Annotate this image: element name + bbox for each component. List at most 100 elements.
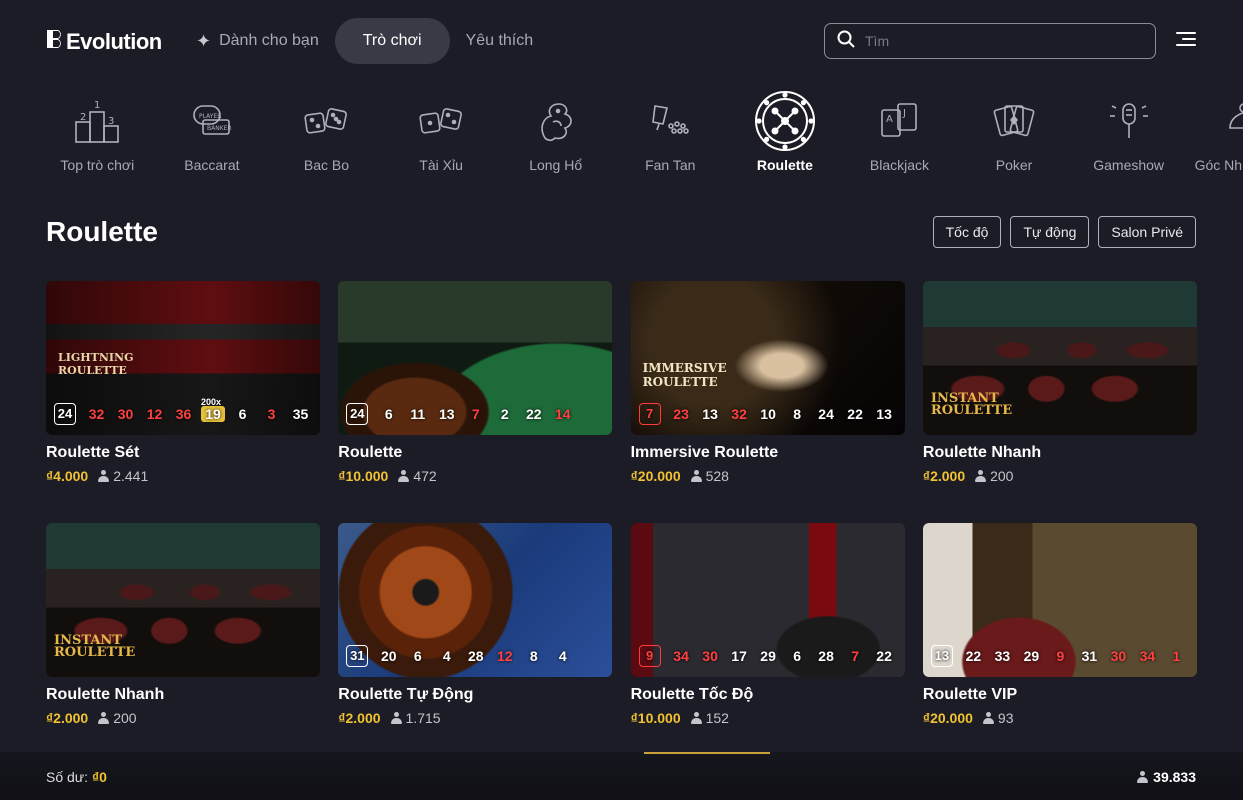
game-meta: ₫10.000 472	[338, 468, 612, 484]
player-count: 1.715	[390, 710, 441, 726]
result-number: 10	[760, 406, 776, 422]
search-input[interactable]	[865, 33, 1125, 49]
game-thumbnail[interactable]: INSTANT ROULETTE	[922, 281, 1197, 435]
result-number: 20	[381, 648, 397, 664]
result-number: 22	[965, 648, 982, 664]
category-label: Bac Bo	[303, 157, 350, 173]
game-card[interactable]: INSTANT ROULETTE Roulette Nhanh ₫2.000 200	[922, 281, 1197, 523]
result-number: 34	[673, 648, 689, 664]
roulette-icon	[754, 90, 816, 152]
baccarat-icon: PLAYER BANKER	[181, 90, 243, 152]
category-roulette[interactable]: Roulette	[728, 90, 843, 190]
result-number: 6	[238, 406, 247, 422]
result-number: 4	[442, 648, 451, 664]
sparkle-icon: ✦	[196, 30, 212, 51]
player-count-value: 1.715	[405, 710, 441, 726]
footer-bar: Số dư: ₫0 39.833	[0, 752, 1243, 800]
category-label: Top trò chơi	[60, 157, 135, 173]
player-count: 93	[982, 710, 1014, 726]
game-name: Roulette Nhanh	[922, 444, 1042, 461]
filter-chips: Tốc độ Tự động Salon Privé	[932, 216, 1196, 248]
nav-favorites[interactable]: Yêu thích	[450, 18, 550, 64]
game-thumbnail[interactable]: 31 20 6 4 28 12 8 4	[338, 523, 613, 677]
game-card[interactable]: 24 6 11 13 7 2 22 14 Roulette ₫10.000 472	[338, 281, 613, 523]
balance-value: ₫0	[91, 769, 107, 785]
player-count-value: 200	[990, 468, 1014, 484]
game-card[interactable]: 13 22 33 29 9 31 30 34 1 Roulette VIP ₫20.000 93	[922, 523, 1197, 765]
game-card[interactable]: INSTANT ROULETTE Roulette Nhanh ₫2.000 200	[46, 523, 320, 765]
result-number: 29	[1023, 648, 1040, 664]
result-number: 12	[497, 648, 513, 664]
category-tai-xiu[interactable]: Tài Xỉu	[384, 90, 499, 190]
category-bac-bo[interactable]: Bac Bo	[269, 90, 384, 190]
result-number: 6	[413, 648, 422, 664]
game-meta: ₫20.000 528	[631, 468, 905, 484]
category-fan-tan[interactable]: Fan Tan	[613, 90, 728, 190]
player-count: 200	[975, 468, 1013, 484]
min-bet: ₫4.000	[46, 468, 89, 484]
latest-result: 31	[346, 645, 369, 667]
category-poker[interactable]: Poker	[957, 90, 1072, 190]
blackjack-cards-icon: AJ	[868, 90, 930, 152]
result-number: 29	[760, 648, 776, 664]
game-card[interactable]: LIGHTNING ROULETTE 200x 24 32 30 12 36 19 6 3 35 Ro…	[46, 281, 320, 523]
player-count-value: 93	[997, 710, 1014, 726]
category-corner[interactable]: Góc Nh… Nh…	[1186, 90, 1243, 190]
evolution-logo[interactable]: Evolution	[46, 28, 162, 56]
game-card[interactable]: IMMERSIVE ROULETTE 7 23 13 32 10 8 24 22 13 Immers…	[630, 281, 905, 523]
game-card[interactable]: 31 20 6 4 28 12 8 4 Roulette Tự Động ₫2.000 1.715	[338, 523, 613, 765]
category-long-ho[interactable]: Long Hổ	[498, 90, 613, 190]
filter-speed[interactable]: Tốc độ	[932, 216, 1002, 248]
recent-results: 9 34 30 17 29 6 28 7 22	[638, 645, 899, 667]
recent-results: 24 6 11 13 7 2 22 14	[346, 403, 577, 425]
result-number: 31	[1081, 648, 1098, 664]
filter-auto[interactable]: Tự động	[1010, 216, 1090, 248]
result-number: 28	[468, 648, 484, 664]
nav-games[interactable]: Trò chơi	[334, 18, 450, 64]
person-icon	[690, 470, 702, 482]
latest-result: 24	[346, 403, 369, 425]
fan-tan-icon	[639, 90, 701, 152]
game-logo: LIGHTNING ROULETTE	[58, 351, 134, 377]
svg-text:J: J	[902, 108, 906, 119]
result-number: 17	[731, 648, 747, 664]
category-gameshow[interactable]: Gameshow	[1071, 90, 1186, 190]
balance-label: Số dư:	[46, 769, 89, 785]
menu-icon[interactable]	[1176, 32, 1196, 50]
result-number: 2	[500, 406, 509, 422]
game-thumbnail[interactable]: INSTANT ROULETTE	[46, 523, 320, 677]
game-thumbnail[interactable]: 13 22 33 29 9 31 30 34 1	[922, 523, 1197, 677]
game-name: Roulette Tốc Độ	[630, 686, 754, 703]
game-name: Roulette	[338, 444, 403, 461]
search-box[interactable]	[824, 23, 1156, 59]
min-bet: ₫10.000	[338, 468, 389, 484]
category-top-games[interactable]: 12 3 Top trò chơi	[40, 90, 155, 190]
category-baccarat[interactable]: PLAYER BANKER Baccarat	[155, 90, 270, 190]
category-blackjack[interactable]: AJ Blackjack	[842, 90, 957, 190]
filter-salon-prive[interactable]: Salon Privé	[1098, 216, 1196, 248]
player-count: 152	[690, 710, 729, 726]
result-number: 9	[1056, 648, 1065, 664]
game-thumbnail[interactable]: 9 34 30 17 29 6 28 7 22	[630, 523, 905, 677]
result-number: 30	[1110, 648, 1127, 664]
person-icon	[390, 712, 402, 724]
svg-text:2: 2	[80, 112, 86, 123]
game-thumbnail[interactable]: IMMERSIVE ROULETTE 7 23 13 32 10 8 24 22 13	[630, 281, 905, 435]
main-nav: ✦ Dành cho bạn Trò chơi Yêu thích	[180, 18, 549, 64]
game-card[interactable]: 9 34 30 17 29 6 28 7 22 Roulette Tốc Độ ₫10.000 152	[630, 523, 905, 765]
dice-icon	[410, 90, 472, 152]
result-number: 30	[702, 648, 718, 664]
player-count: 472	[398, 468, 437, 484]
online-players: 39.833	[1137, 769, 1196, 785]
evolution-logo-mark-icon	[46, 28, 62, 56]
result-number: 13	[439, 406, 455, 422]
nav-for-you[interactable]: ✦ Dành cho bạn	[180, 18, 335, 64]
game-thumbnail[interactable]: 24 6 11 13 7 2 22 14	[338, 281, 613, 435]
nav-for-you-label: Dành cho bạn	[219, 32, 319, 49]
min-bet: ₫20.000	[630, 468, 681, 484]
category-bar: 12 3 Top trò chơi PLAYER BANKER Baccarat B…	[40, 90, 1243, 190]
game-meta: ₫10.000 152	[631, 710, 905, 726]
category-label: Gameshow	[1093, 157, 1165, 173]
game-thumbnail[interactable]: LIGHTNING ROULETTE 200x 24 32 30 12 36 19 6 3 35	[46, 281, 320, 435]
game-grid: LIGHTNING ROULETTE 200x 24 32 30 12 36 19 6 3 35 Ro…	[46, 281, 1197, 765]
